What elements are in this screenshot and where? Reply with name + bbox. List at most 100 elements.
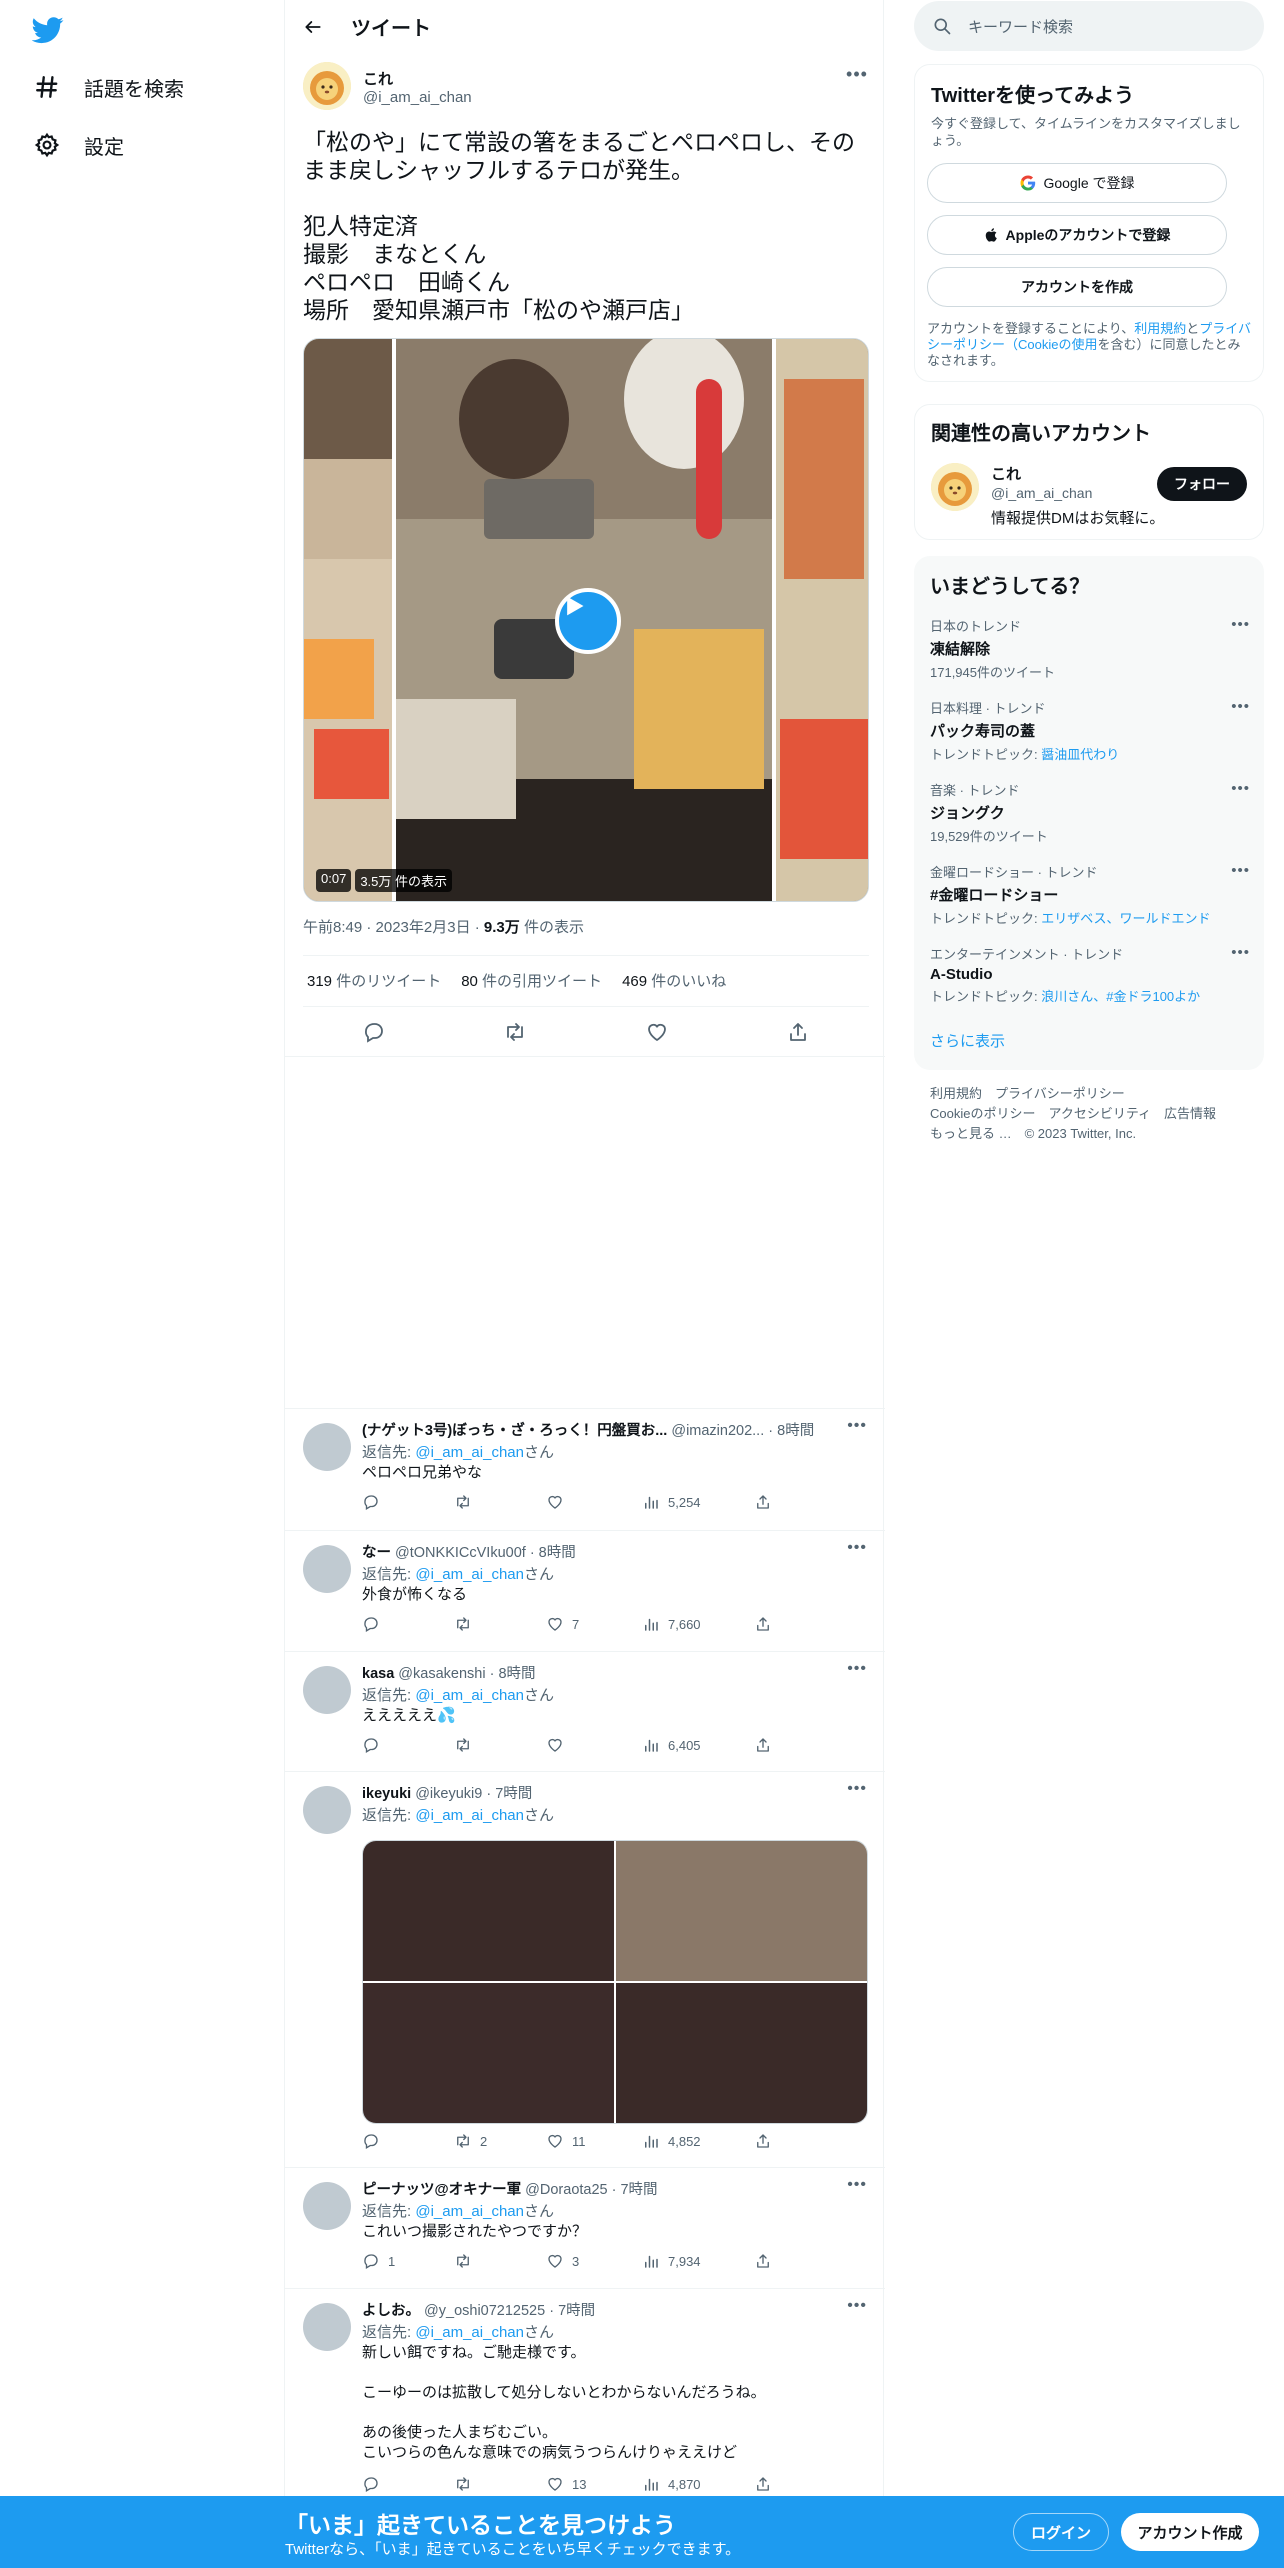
search-box[interactable]: キーワード検索 (914, 1, 1264, 51)
reply-tweet[interactable]: よしお。 @y_oshi07212525 · 7時間 ••• 返信先: @i_a… (285, 2288, 885, 2496)
reply-to-link[interactable]: @i_am_ai_chan (415, 2324, 524, 2341)
reply-comment-button[interactable] (362, 2132, 388, 2150)
reply-to-link[interactable]: @i_am_ai_chan (415, 2203, 524, 2220)
reply-handle[interactable]: @tONKKICcVIku00f (395, 1545, 526, 1561)
trend-item[interactable]: 金曜ロードショー · トレンド #金曜ロードショー トレンドトピック: エリザベ… (930, 862, 1250, 927)
reply-views-button[interactable]: 6,405 (642, 1736, 701, 1754)
more-icon[interactable]: ••• (1231, 944, 1250, 961)
login-button[interactable]: ログイン (1013, 2513, 1109, 2551)
reply-comment-button[interactable] (362, 1493, 388, 1511)
reply-comment-button[interactable]: 1 (362, 2252, 395, 2270)
avatar[interactable] (303, 1666, 351, 1714)
reply-author-name[interactable]: (ナゲット3号)ぼっち・ざ・ろっく！円盤買お... (362, 1423, 667, 1439)
twitter-bird-icon[interactable] (32, 14, 64, 46)
reply-like-button[interactable]: 11 (546, 2132, 586, 2150)
reply-comment-button[interactable] (362, 1615, 388, 1633)
terms-link[interactable]: 利用規約 (1134, 321, 1186, 336)
reply-tweet[interactable]: (ナゲット3号)ぼっち・ざ・ろっく！円盤買お... @imazin202... … (285, 1408, 885, 1530)
reply-share-button[interactable] (754, 1493, 772, 1511)
related-name[interactable]: これ (991, 463, 1021, 484)
reply-like-button[interactable]: 7 (546, 1615, 579, 1633)
retweets-stat[interactable]: 319 件のリツイート (307, 970, 441, 991)
avatar[interactable] (303, 1423, 351, 1471)
trend-item[interactable]: 音楽 · トレンド ジョングク 19,529件のツイート ••• (930, 780, 1250, 845)
reply-handle[interactable]: @y_oshi07212525 (424, 2303, 545, 2319)
reply-share-button[interactable] (754, 1736, 772, 1754)
reply-like-button[interactable]: 13 (546, 2475, 586, 2493)
attached-image[interactable] (363, 1841, 614, 1981)
reply-comment-button[interactable] (362, 1736, 388, 1754)
reply-tweet[interactable]: ikeyuki @ikeyuki9 · 7時間 ••• 返信先: @i_am_a… (285, 1771, 885, 2167)
avatar[interactable] (303, 1786, 351, 1834)
trend-item[interactable]: 日本料理 · トレンド パック寿司の蓋 トレンドトピック: 醤油皿代わり ••• (930, 698, 1250, 763)
reply-views-button[interactable]: 7,660 (642, 1615, 701, 1633)
reply-author-name[interactable]: よしお。 (362, 2303, 420, 2319)
related-handle[interactable]: @i_am_ai_chan (991, 485, 1092, 501)
trend-topic-link[interactable]: エリザベス、ワールドエンド (1041, 911, 1210, 926)
reply-share-button[interactable] (754, 2475, 772, 2493)
more-icon[interactable]: ••• (847, 1660, 867, 1678)
more-icon[interactable]: ••• (1231, 616, 1250, 633)
attached-image[interactable] (616, 1983, 867, 2123)
reply-retweet-button[interactable] (454, 1493, 480, 1511)
reply-views-button[interactable]: 4,852 (642, 2132, 701, 2150)
footer-line[interactable]: Cookieのポリシー アクセシビリティ 広告情報 (930, 1104, 1250, 1124)
avatar[interactable] (931, 463, 979, 511)
reply-time[interactable]: · 8時間 (768, 1423, 814, 1439)
attached-image[interactable] (616, 1841, 867, 1981)
reply-icon[interactable] (362, 1020, 386, 1044)
retweet-icon[interactable] (503, 1020, 527, 1044)
reply-author-name[interactable]: kasa (362, 1666, 394, 1682)
reply-like-button[interactable] (546, 1493, 572, 1511)
reply-retweet-button[interactable] (454, 1736, 480, 1754)
trend-item[interactable]: エンターテインメント · トレンド A-Studio トレンドトピック: 浪川さ… (930, 944, 1250, 1005)
reply-retweet-button[interactable] (454, 2475, 480, 2493)
reply-views-button[interactable]: 7,934 (642, 2252, 701, 2270)
quotes-stat[interactable]: 80 件の引用ツイート (461, 970, 602, 991)
reply-views-button[interactable]: 4,870 (642, 2475, 701, 2493)
reply-to-link[interactable]: @i_am_ai_chan (415, 1566, 524, 1583)
reply-author-name[interactable]: ikeyuki (362, 1786, 411, 1802)
reply-tweet[interactable]: ピーナッツ@オキナー軍 @Doraota25 · 7時間 ••• 返信先: @i… (285, 2167, 885, 2288)
reply-comment-button[interactable] (362, 2475, 388, 2493)
footer-line[interactable]: もっと見る … © 2023 Twitter, Inc. (930, 1124, 1250, 1144)
avatar[interactable] (303, 2182, 351, 2230)
nav-explore[interactable]: 話題を検索 (30, 59, 184, 115)
play-button[interactable] (555, 588, 621, 654)
more-icon[interactable]: ••• (847, 2297, 867, 2315)
reply-handle[interactable]: @imazin202... (671, 1423, 764, 1439)
back-arrow-icon[interactable] (295, 9, 331, 45)
reply-time[interactable]: · 8時間 (490, 1666, 536, 1682)
show-more-link[interactable]: さらに表示 (930, 1030, 1005, 1051)
author-handle[interactable]: @i_am_ai_chan (363, 89, 472, 106)
tweet-timestamp[interactable]: 午前8:49 · 2023年2月3日 · (303, 919, 484, 936)
likes-stat[interactable]: 469 件のいいね (622, 970, 726, 991)
more-icon[interactable]: ••• (845, 65, 869, 90)
trend-topic-link[interactable]: 醤油皿代わり (1041, 747, 1119, 762)
search-input[interactable]: キーワード検索 (968, 16, 1073, 37)
footer-line[interactable]: 利用規約 プライバシーポリシー (930, 1084, 1250, 1104)
more-icon[interactable]: ••• (847, 2176, 867, 2194)
reply-tweet[interactable]: kasa @kasakenshi · 8時間 ••• 返信先: @i_am_ai… (285, 1651, 885, 1771)
tweet-video[interactable]: 0:07 3.5万 件の表示 (303, 338, 869, 902)
reply-retweet-button[interactable]: 2 (454, 2132, 487, 2150)
trend-topic-link[interactable]: 浪川さん、#金ドラ100よか (1041, 989, 1200, 1004)
reply-to-link[interactable]: @i_am_ai_chan (415, 1687, 524, 1704)
follow-button[interactable]: フォロー (1157, 467, 1247, 501)
reply-author-name[interactable]: ピーナッツ@オキナー軍 (362, 2182, 521, 2198)
reply-handle[interactable]: @kasakenshi (398, 1666, 485, 1682)
avatar[interactable] (303, 1545, 351, 1593)
reply-like-button[interactable]: 3 (546, 2252, 579, 2270)
reply-time[interactable]: · 8時間 (530, 1545, 576, 1561)
reply-to-link[interactable]: @i_am_ai_chan (415, 1444, 524, 1461)
avatar[interactable] (303, 2303, 351, 2351)
reply-time[interactable]: · 7時間 (612, 2182, 658, 2198)
signup-button[interactable]: アカウント作成 (1121, 2513, 1259, 2551)
trend-item[interactable]: 日本のトレンド 凍結解除 171,945件のツイート ••• (930, 616, 1250, 681)
author-avatar[interactable] (303, 62, 351, 110)
reply-time[interactable]: · 7時間 (549, 2303, 595, 2319)
like-heart-icon[interactable] (645, 1020, 669, 1044)
reply-like-button[interactable] (546, 1736, 572, 1754)
more-icon[interactable]: ••• (1231, 780, 1250, 797)
more-icon[interactable]: ••• (847, 1417, 867, 1435)
